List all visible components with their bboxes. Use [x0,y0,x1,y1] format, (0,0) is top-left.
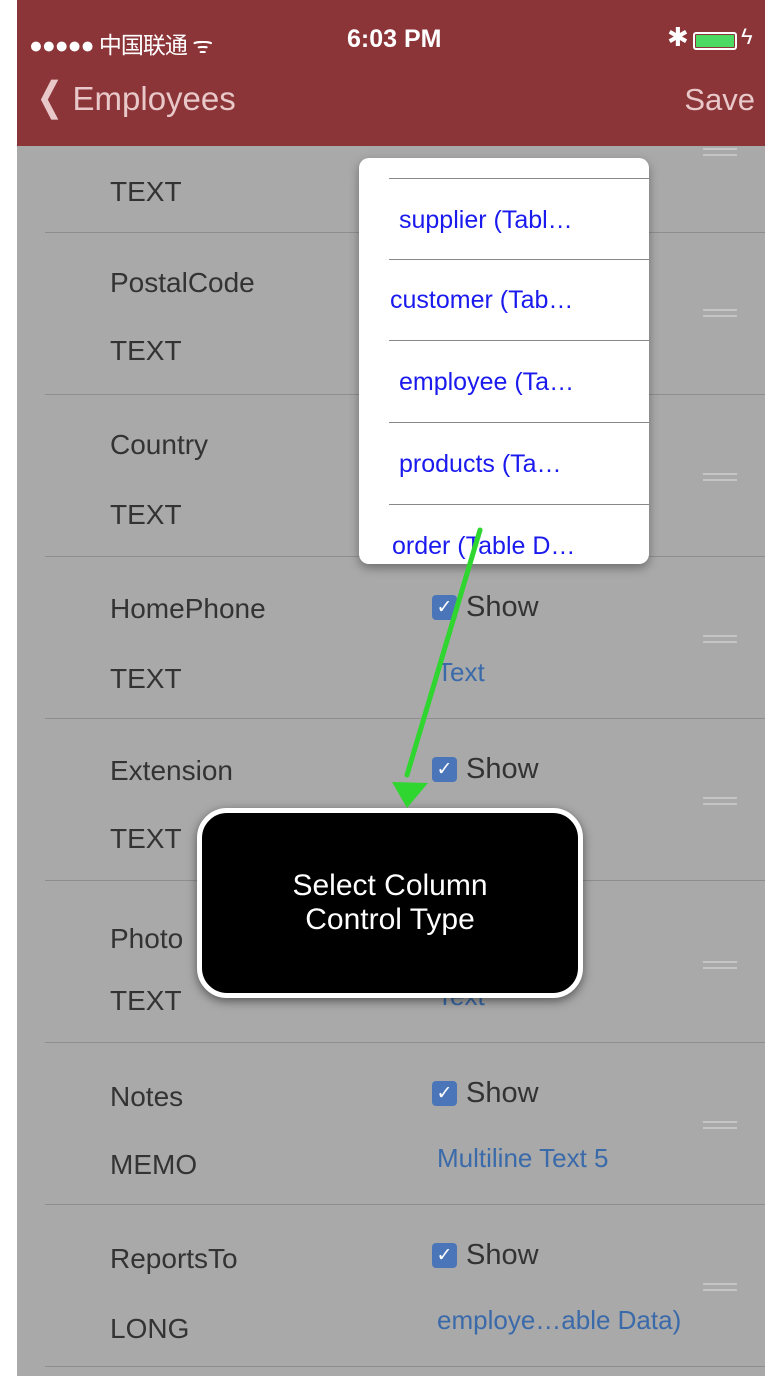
phone-screen: ●●●●● 中国联通 ᯤ 6:03 PM ✱ ϟ ❮ Employees Sav… [17,0,765,1376]
annotation-arrow [392,527,483,808]
arrow-head-icon [392,782,428,808]
